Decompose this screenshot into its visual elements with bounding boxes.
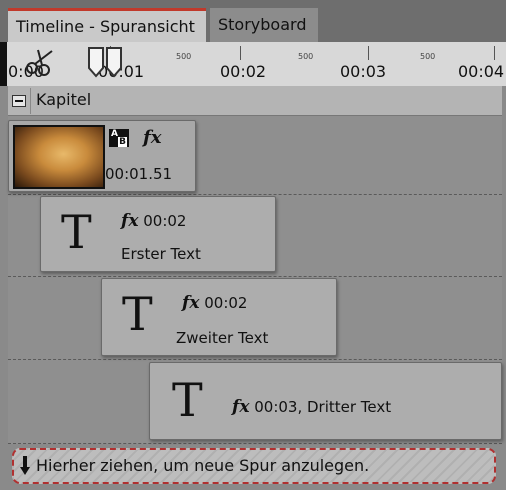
tab-timeline[interactable]: Timeline - Spuransicht (8, 8, 206, 42)
text-clip-1[interactable]: T fx 00:02 Erster Text (40, 196, 276, 272)
fx-icon[interactable]: fx (232, 397, 249, 417)
text-object-icon: T (61, 205, 92, 259)
clip-name: Erster Text (121, 245, 201, 263)
arrow-down-icon (20, 456, 30, 475)
clip-duration-name: 00:03, Dritter Text (254, 398, 392, 416)
clip-duration: 00:02 (204, 294, 248, 312)
ruler-label-3: 00:03 (340, 62, 387, 81)
dropzone-label: Hierher ziehen, um neue Spur anzulegen. (36, 456, 370, 475)
ruler-tick (240, 46, 241, 60)
track-separator (8, 276, 502, 277)
divider (30, 88, 31, 114)
clip-header: fx 00:03, Dritter Text (232, 397, 391, 417)
ruler-tick (494, 46, 495, 60)
tab-storyboard[interactable]: Storyboard (210, 8, 318, 42)
marker-icon[interactable] (86, 46, 124, 80)
new-track-dropzone[interactable]: Hierher ziehen, um neue Spur anzulegen. (12, 448, 496, 484)
fx-icon[interactable]: fx (182, 293, 199, 313)
playhead[interactable] (0, 42, 7, 86)
track-separator (8, 194, 502, 195)
ruler-minor-label: 500 (420, 52, 436, 61)
time-ruler[interactable]: 500 500 500 0:00 00:01 00:02 00:03 00:04 (0, 42, 506, 86)
ruler-label-2: 00:02 (220, 62, 267, 81)
text-clip-3[interactable]: T fx 00:03, Dritter Text (149, 362, 502, 440)
ruler-minor-label: 500 (298, 52, 314, 61)
image-clip[interactable]: AB fx 00:01.51 (8, 120, 196, 192)
collapse-icon[interactable] (12, 95, 26, 107)
text-object-icon: T (122, 287, 153, 341)
text-clip-2[interactable]: T fx 00:02 Zweiter Text (101, 278, 337, 356)
clip-duration: 00:01.51 (105, 165, 173, 183)
scissors-icon[interactable] (24, 48, 58, 76)
clip-duration: 00:02 (143, 212, 187, 230)
fx-icon[interactable]: fx (121, 211, 138, 231)
ruler-label-4: 00:04 (458, 62, 505, 81)
clip-header: fx 00:02 (182, 293, 247, 313)
track-separator (8, 443, 502, 444)
fx-icon[interactable]: fx (143, 127, 161, 148)
ruler-tick (368, 46, 369, 60)
chapter-header[interactable]: Kapitel (8, 86, 502, 116)
ruler-minor-label: 500 (176, 52, 192, 61)
text-object-icon: T (172, 373, 203, 427)
clip-header: fx 00:02 (121, 211, 186, 231)
transition-icon[interactable]: AB (109, 129, 129, 147)
clip-name: Zweiter Text (176, 329, 269, 347)
image-thumbnail (13, 125, 105, 189)
tab-bar: Timeline - Spuransicht Storyboard (0, 0, 506, 42)
track-separator (8, 359, 502, 360)
chapter-label: Kapitel (36, 90, 92, 109)
